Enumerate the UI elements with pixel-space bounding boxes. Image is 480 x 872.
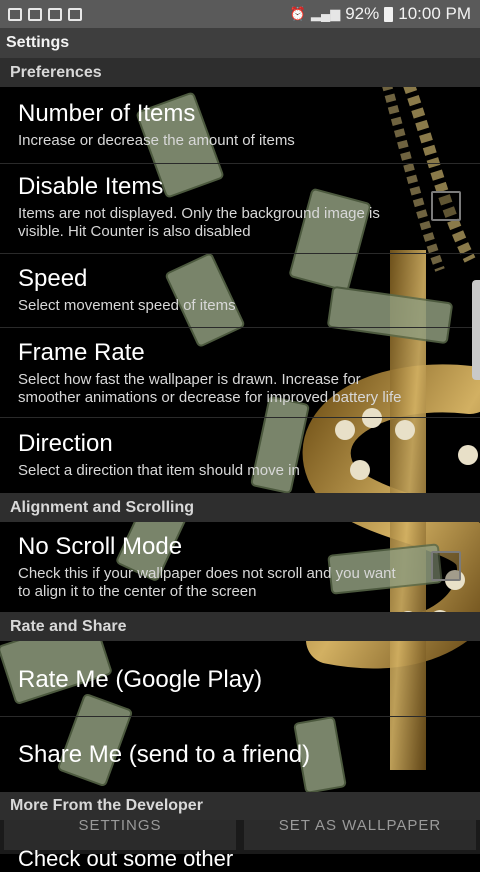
peek-list-item: Check out some other	[18, 846, 234, 871]
pref-title: No Scroll Mode	[18, 533, 183, 560]
divider	[0, 253, 480, 254]
pref-number-of-items[interactable]: Number of Items Increase or decrease the…	[0, 100, 480, 150]
notification-icons	[0, 7, 82, 21]
pref-summary: Items are not displayed. Only the backgr…	[18, 205, 380, 240]
pref-title: Direction	[18, 430, 113, 457]
pref-summary: Increase or decrease the amount of items	[18, 132, 295, 149]
battery-icon	[384, 6, 394, 22]
lock-icon	[68, 7, 82, 21]
shield-icon	[8, 7, 22, 21]
button-label: SET AS WALLPAPER	[278, 820, 442, 834]
pref-summary: Select how fast the wallpaper is drawn. …	[18, 371, 402, 406]
divider	[0, 327, 480, 328]
page-title: Settings	[6, 34, 70, 51]
pref-share-me[interactable]: Share Me (send to a friend)	[0, 741, 480, 769]
pref-title: Frame Rate	[18, 339, 145, 366]
divider	[0, 716, 480, 717]
image-icon	[28, 7, 42, 21]
pref-speed[interactable]: Speed Select movement speed of items	[0, 265, 480, 315]
disable-items-checkbox[interactable]	[431, 191, 461, 221]
scroll-handle[interactable]	[472, 280, 480, 380]
section-label: Alignment and Scrolling	[10, 498, 195, 516]
section-header-more: More From the Developer	[0, 792, 480, 820]
pref-summary: Select a direction that item should move…	[18, 462, 300, 479]
pref-title: Speed	[18, 265, 88, 292]
divider	[0, 417, 480, 418]
pref-rate-me[interactable]: Rate Me (Google Play)	[0, 666, 480, 694]
pref-disable-items[interactable]: Disable Items Items are not displayed. O…	[0, 173, 480, 241]
divider	[0, 163, 480, 164]
button-label: SETTINGS	[78, 820, 162, 834]
pref-frame-rate[interactable]: Frame Rate Select how fast the wallpaper…	[0, 339, 480, 407]
pref-summary: Check this if your wallpaper does not sc…	[18, 565, 396, 600]
battery-percent: 92%	[345, 4, 380, 23]
section-header-preferences: Preferences	[0, 58, 480, 87]
section-label: More From the Developer	[10, 797, 203, 814]
signal-icon: ▂▄▆	[310, 6, 341, 21]
pref-title: Disable Items	[18, 173, 164, 200]
section-label: Rate and Share	[10, 617, 127, 635]
section-header-rate-share: Rate and Share	[0, 612, 480, 641]
clock: 10:00 PM	[398, 4, 471, 23]
section-header-alignment: Alignment and Scrolling	[0, 493, 480, 522]
pref-summary: Select movement speed of items	[18, 297, 236, 314]
pref-no-scroll-mode[interactable]: No Scroll Mode Check this if your wallpa…	[0, 533, 480, 601]
no-scroll-mode-checkbox[interactable]	[431, 551, 461, 581]
status-bar: ⏰ ▂▄▆ 92% 10:00 PM	[0, 0, 480, 28]
set-wallpaper-button[interactable]: SET AS WALLPAPER	[244, 820, 476, 850]
title-bar: Settings	[0, 28, 480, 58]
pref-title: Share Me (send to a friend)	[18, 741, 311, 768]
pref-direction[interactable]: Direction Select a direction that item s…	[0, 430, 480, 480]
pref-title: Number of Items	[18, 100, 196, 127]
section-label: Preferences	[10, 63, 102, 81]
news-icon	[48, 7, 62, 21]
pref-title: Rate Me (Google Play)	[18, 666, 263, 693]
alarm-icon: ⏰	[289, 6, 306, 21]
